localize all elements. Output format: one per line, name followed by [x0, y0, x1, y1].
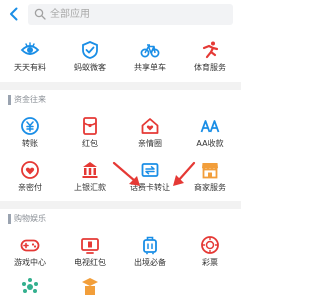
shop-icon	[202, 163, 218, 179]
tv-envelope-icon	[81, 238, 99, 254]
lottery-icon	[201, 236, 219, 254]
section-divider	[0, 82, 241, 90]
top-bar: 全部应用	[0, 0, 241, 30]
app-label: 亲密付	[18, 183, 42, 192]
section-header-funds: 资金往来	[0, 93, 241, 107]
app-label: 红包	[82, 139, 98, 148]
app-label: 转账	[22, 139, 38, 148]
running-man-icon	[202, 41, 219, 59]
annotation-arrow-left	[112, 161, 140, 186]
app-label: 天天有料	[14, 63, 46, 72]
app-label: 游戏中心	[14, 258, 46, 267]
section-title: 资金往来	[14, 95, 46, 104]
luggage-icon	[143, 236, 157, 255]
app-label: 彩票	[202, 258, 218, 267]
yuan-transfer-icon	[21, 117, 39, 135]
aa-icon	[200, 120, 220, 133]
red-envelope-icon	[83, 117, 97, 135]
gamepad-icon	[20, 239, 40, 252]
app-label: 亲情圈	[138, 139, 162, 148]
app-label: 上银汇款	[74, 183, 106, 192]
annotation-arrow-right	[173, 161, 196, 186]
app-label: 电视红包	[74, 258, 106, 267]
search-placeholder: 全部应用	[50, 9, 90, 20]
section-title: 购物娱乐	[14, 214, 46, 223]
app-partial-2[interactable]	[60, 277, 120, 295]
house-icon	[141, 118, 159, 134]
app-label: 出境必备	[134, 258, 166, 267]
app-label: 蚂蚁微客	[74, 63, 106, 72]
heart-icon	[21, 161, 39, 179]
bank-remit-icon	[82, 162, 98, 178]
eye-icon	[20, 42, 40, 55]
app-label: AA收款	[196, 139, 224, 148]
section-divider	[0, 201, 241, 209]
bicycle-icon	[140, 44, 160, 58]
sunflower-icon	[22, 278, 38, 293]
section-header-shopping: 购物娱乐	[0, 212, 241, 226]
shield-check-icon	[82, 41, 98, 59]
app-partial-1[interactable]	[0, 277, 60, 295]
search-icon	[34, 8, 46, 20]
search-input[interactable]: 全部应用	[28, 4, 233, 25]
section-marker	[8, 95, 11, 105]
badge-icon	[82, 278, 98, 295]
back-arrow-icon[interactable]	[6, 6, 22, 22]
app-label: 体育服务	[194, 63, 226, 72]
app-label: 共享单车	[134, 63, 166, 72]
section-marker	[8, 214, 11, 224]
